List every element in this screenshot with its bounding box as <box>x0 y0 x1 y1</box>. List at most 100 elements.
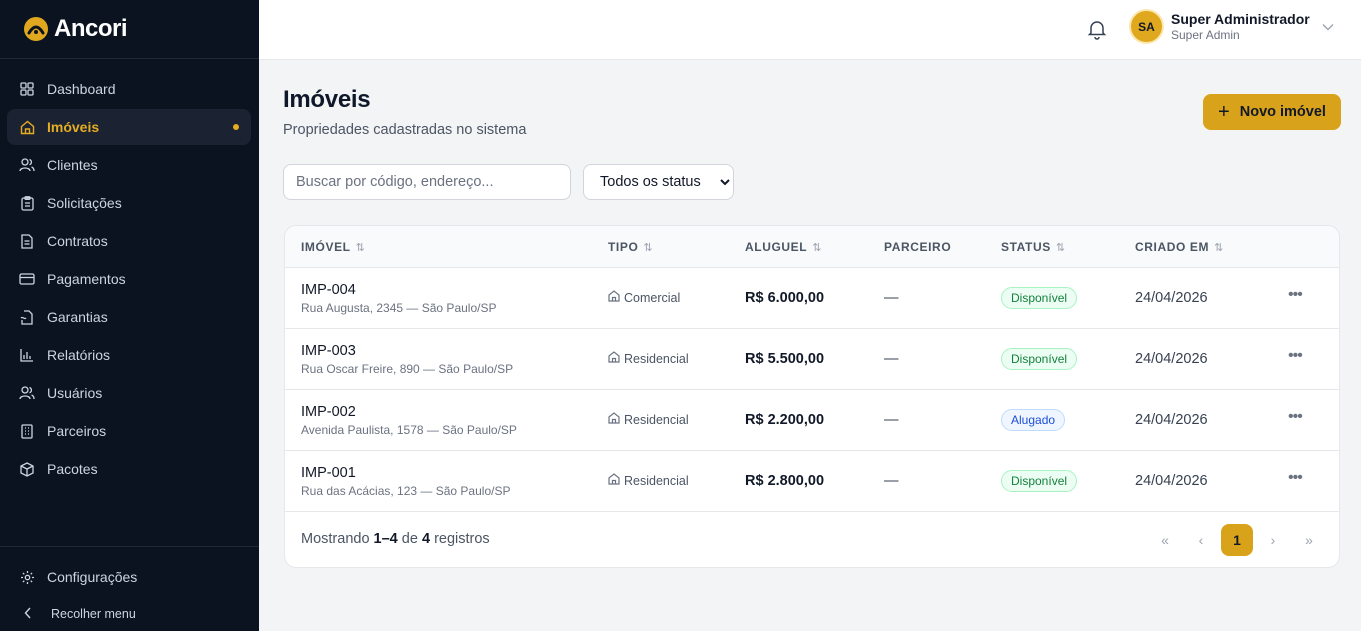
user-info: Super Administrador Super Admin <box>1171 10 1310 43</box>
sidebar-item-pagamentos[interactable]: Pagamentos <box>7 261 251 297</box>
sidebar-item-parceiros[interactable]: Parceiros <box>7 413 251 449</box>
property-address: Rua Augusta, 2345 — São Paulo/SP <box>301 301 497 315</box>
page-title: Imóveis <box>283 86 371 113</box>
properties-table: IMÓVEL ⇅ TIPO ⇅ ALUGUEL ⇅ PARCEIRO STATUS ⇅ … <box>284 225 1340 568</box>
property-created-at: 24/04/2026 <box>1135 290 1208 306</box>
status-badge: Disponível <box>1001 348 1078 370</box>
property-partner: — <box>884 351 899 367</box>
bar-chart-icon <box>19 347 35 363</box>
file-signature-icon <box>19 309 35 325</box>
table-row[interactable]: IMP-001 Rua das Acácias, 123 — São Paulo… <box>285 451 1339 512</box>
more-actions-icon[interactable]: ••• <box>1288 408 1306 428</box>
home-icon <box>608 351 620 366</box>
status-filter-select[interactable]: Todos os status <box>583 164 734 200</box>
sidebar-item-clientes[interactable]: Clientes <box>7 147 251 183</box>
sidebar-item-label: Contratos <box>47 233 108 249</box>
home-icon <box>19 119 35 135</box>
page-button-current[interactable]: 1 <box>1221 524 1253 556</box>
sidebar-item-usuarios[interactable]: Usuários <box>7 375 251 411</box>
sidebar-item-relatorios[interactable]: Relatórios <box>7 337 251 373</box>
sidebar-item-label: Solicitações <box>47 195 122 211</box>
logo-icon <box>24 17 48 41</box>
home-icon <box>608 290 620 305</box>
users-icon <box>19 385 35 401</box>
property-code: IMP-002 <box>301 404 356 420</box>
more-actions-icon[interactable]: ••• <box>1288 286 1306 306</box>
active-indicator-dot <box>233 124 239 130</box>
home-icon <box>608 412 620 427</box>
user-name: Super Administrador <box>1171 11 1310 27</box>
clipboard-icon <box>19 195 35 211</box>
sidebar-item-solicitacoes[interactable]: Solicitações <box>7 185 251 221</box>
sort-icon: ⇅ <box>1214 241 1224 254</box>
brand-logo[interactable]: Ancori <box>0 0 259 59</box>
column-header-tipo[interactable]: TIPO ⇅ <box>608 240 653 254</box>
table-footer: Mostrando 1–4 de 4 registros « ‹ 1 › » <box>285 512 1339 567</box>
credit-card-icon <box>19 271 35 287</box>
column-header-criado-em[interactable]: CRIADO EM ⇅ <box>1135 240 1223 254</box>
more-actions-icon[interactable]: ••• <box>1288 469 1306 489</box>
column-header-imovel[interactable]: IMÓVEL ⇅ <box>301 240 365 254</box>
gear-icon <box>19 569 35 585</box>
sidebar-item-dashboard[interactable]: Dashboard <box>7 71 251 107</box>
property-type: Comercial <box>608 290 680 305</box>
property-type: Residencial <box>608 473 689 488</box>
chevron-down-icon <box>1322 18 1334 36</box>
sidebar-item-label: Dashboard <box>47 81 116 97</box>
sidebar-item-label: Clientes <box>47 157 98 173</box>
user-menu[interactable]: SA Super Administrador Super Admin <box>1129 9 1334 44</box>
property-type: Residencial <box>608 351 689 366</box>
property-created-at: 24/04/2026 <box>1135 412 1208 428</box>
sidebar-item-imoveis[interactable]: Imóveis <box>7 109 251 145</box>
property-rent: R$ 6.000,00 <box>745 290 825 306</box>
sidebar-item-configuracoes[interactable]: Configurações <box>7 559 251 595</box>
sidebar-footer: Configurações Recolher menu <box>0 546 259 631</box>
property-partner: — <box>884 473 899 489</box>
sort-icon: ⇅ <box>643 241 653 254</box>
chevron-left-icon <box>24 607 36 622</box>
new-property-label: Novo imóvel <box>1239 104 1326 120</box>
first-page-icon[interactable]: « <box>1149 524 1181 556</box>
sidebar-nav: Dashboard Imóveis Clientes Solicitações … <box>0 59 259 487</box>
sidebar-item-label: Relatórios <box>47 347 111 363</box>
property-code: IMP-001 <box>301 465 356 481</box>
search-input[interactable] <box>283 164 571 200</box>
last-page-icon[interactable]: » <box>1293 524 1325 556</box>
status-badge: Disponível <box>1001 470 1078 492</box>
collapse-menu-label: Recolher menu <box>51 607 136 621</box>
users-icon <box>19 157 35 173</box>
collapse-menu-button[interactable]: Recolher menu <box>0 597 259 631</box>
avatar: SA <box>1129 9 1164 44</box>
sort-icon: ⇅ <box>1055 241 1066 254</box>
property-type: Residencial <box>608 412 689 427</box>
status-badge: Alugado <box>1001 409 1066 431</box>
property-code: IMP-003 <box>301 343 356 359</box>
sidebar-item-label: Parceiros <box>47 423 107 439</box>
table-row[interactable]: IMP-002 Avenida Paulista, 1578 — São Pau… <box>285 390 1339 451</box>
sidebar-item-label: Usuários <box>47 385 103 401</box>
sidebar-item-garantias[interactable]: Garantias <box>7 299 251 335</box>
sidebar-item-label: Imóveis <box>47 119 100 135</box>
bell-icon[interactable] <box>1085 17 1109 41</box>
new-property-button[interactable]: + Novo imóvel <box>1203 94 1341 130</box>
records-count: Mostrando 1–4 de 4 registros <box>301 531 490 547</box>
prev-page-icon[interactable]: ‹ <box>1185 524 1217 556</box>
property-partner: — <box>884 290 899 306</box>
column-header-aluguel[interactable]: ALUGUEL ⇅ <box>745 240 821 254</box>
sidebar-item-pacotes[interactable]: Pacotes <box>7 451 251 487</box>
file-icon <box>19 233 35 249</box>
next-page-icon[interactable]: › <box>1257 524 1289 556</box>
sidebar: Ancori Dashboard Imóveis Clientes Solici… <box>0 0 259 631</box>
table-row[interactable]: IMP-004 Rua Augusta, 2345 — São Paulo/SP… <box>285 268 1339 329</box>
table-header: IMÓVEL ⇅ TIPO ⇅ ALUGUEL ⇅ PARCEIRO STATUS ⇅ … <box>285 226 1339 268</box>
user-role: Super Admin <box>1171 28 1240 42</box>
sidebar-item-contratos[interactable]: Contratos <box>7 223 251 259</box>
home-icon <box>608 473 620 488</box>
column-header-parceiro: PARCEIRO <box>884 240 952 254</box>
property-code: IMP-004 <box>301 282 356 298</box>
column-header-status[interactable]: STATUS ⇅ <box>1001 240 1065 254</box>
table-row[interactable]: IMP-003 Rua Oscar Freire, 890 — São Paul… <box>285 329 1339 390</box>
property-address: Rua das Acácias, 123 — São Paulo/SP <box>301 484 511 498</box>
more-actions-icon[interactable]: ••• <box>1288 347 1306 367</box>
sidebar-item-label: Configurações <box>47 569 138 585</box>
